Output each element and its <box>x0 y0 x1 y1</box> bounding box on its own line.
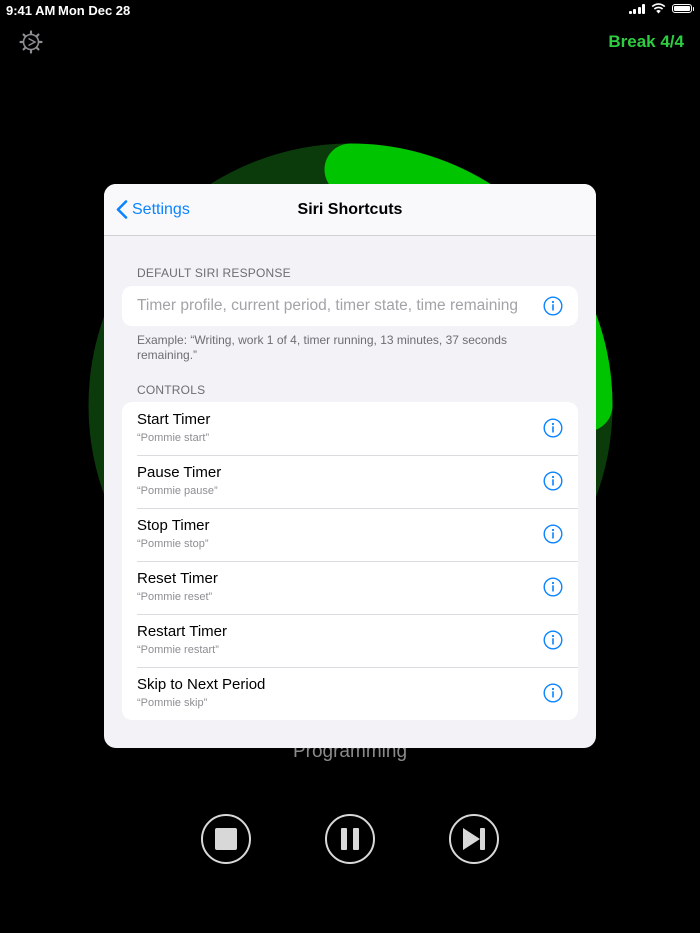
shortcut-title: Reset Timer <box>137 570 218 587</box>
section-header-default-response: DEFAULT SIRI RESPONSE <box>137 266 291 280</box>
shortcut-phrase: “Pommie stop” <box>137 538 209 550</box>
status-date: Mon Dec 28 <box>58 3 131 18</box>
shortcut-row-stop-timer[interactable]: Stop Timer “Pommie stop” <box>122 508 578 561</box>
navigation-bar: Settings Siri Shortcuts <box>104 184 596 236</box>
info-icon[interactable] <box>543 630 563 650</box>
section-header-controls: CONTROLS <box>137 383 206 397</box>
info-icon[interactable] <box>543 418 563 438</box>
info-icon[interactable] <box>543 471 563 491</box>
shortcut-phrase: “Pommie start” <box>137 432 210 444</box>
battery-icon <box>672 4 694 13</box>
back-label: Settings <box>132 200 190 218</box>
wifi-icon <box>651 3 666 14</box>
shortcut-row-pause-timer[interactable]: Pause Timer “Pommie pause” <box>122 455 578 508</box>
controls-group: Start Timer “Pommie start” Pause Timer “… <box>122 402 578 720</box>
shortcut-title: Restart Timer <box>137 623 228 640</box>
pause-icon <box>341 828 359 850</box>
back-button[interactable]: Settings <box>116 184 190 235</box>
info-icon[interactable] <box>543 524 563 544</box>
period-label: Break 4/4 <box>608 32 684 51</box>
info-icon[interactable] <box>543 577 563 597</box>
shortcut-phrase: “Pommie restart” <box>137 644 219 656</box>
shortcut-title: Stop Timer <box>137 517 210 534</box>
default-response-field[interactable]: Timer profile, current period, timer sta… <box>122 286 578 326</box>
shortcut-row-restart-timer[interactable]: Restart Timer “Pommie restart” <box>122 614 578 667</box>
status-time: 9:41 AM <box>6 3 56 18</box>
shortcut-row-start-timer[interactable]: Start Timer “Pommie start” <box>122 402 578 455</box>
stop-icon <box>215 828 237 850</box>
info-icon[interactable] <box>543 683 563 703</box>
shortcut-title: Start Timer <box>137 411 211 428</box>
cellular-signal-icon <box>628 3 645 14</box>
pause-button[interactable] <box>325 814 375 864</box>
shortcut-title: Pause Timer <box>137 464 222 481</box>
shortcut-phrase: “Pommie skip” <box>137 697 208 709</box>
shortcut-phrase: “Pommie reset” <box>137 591 213 603</box>
info-icon[interactable] <box>543 296 563 316</box>
shortcut-title: Skip to Next Period <box>137 676 266 693</box>
gear-icon[interactable] <box>19 30 43 54</box>
default-response-footer: Example: “Writing, work 1 of 4, timer ru… <box>137 333 507 362</box>
stop-button[interactable] <box>201 814 251 864</box>
shortcut-row-reset-timer[interactable]: Reset Timer “Pommie reset” <box>122 561 578 614</box>
default-response-placeholder: Timer profile, current period, timer sta… <box>137 297 519 314</box>
shortcut-phrase: “Pommie pause” <box>137 485 218 497</box>
skip-button[interactable] <box>449 814 499 864</box>
chevron-left-icon <box>116 200 128 219</box>
skip-forward-icon <box>463 828 485 850</box>
default-response-group: Timer profile, current period, timer sta… <box>122 286 578 326</box>
siri-shortcuts-sheet: Settings Siri Shortcuts DEFAULT SIRI RES… <box>104 184 596 748</box>
shortcut-row-skip-to-next-period[interactable]: Skip to Next Period “Pommie skip” <box>122 667 578 720</box>
status-icons <box>628 3 694 14</box>
